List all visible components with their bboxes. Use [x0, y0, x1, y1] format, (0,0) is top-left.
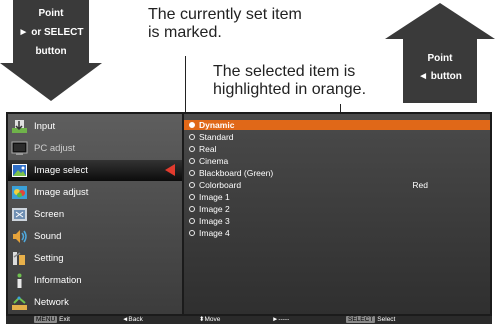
list-item-label: Image 3 — [199, 216, 230, 226]
callout-line: Point — [427, 53, 453, 64]
radio-marker-icon — [189, 122, 195, 128]
callout-line: ◄ button — [418, 71, 462, 82]
select-hint: SELECT Select — [346, 316, 395, 324]
select-label: Select — [377, 316, 396, 323]
menu-item-label: Sound — [34, 231, 62, 242]
radio-marker-icon — [189, 146, 195, 152]
list-item-real[interactable]: Real — [184, 144, 490, 154]
select-button-callout: Point ► or SELECT button — [0, 0, 102, 101]
sound-icon — [11, 228, 28, 245]
information-icon — [11, 272, 28, 289]
image-adjust-icon — [11, 184, 28, 201]
list-item-label: Cinema — [199, 156, 229, 166]
list-item-cinema[interactable]: Cinema — [184, 156, 490, 166]
menu-key-badge: MENU — [34, 316, 58, 323]
callout-line: ► or SELECT — [18, 27, 84, 38]
main-menu: Input PC adjust Image select Image adjus… — [8, 114, 182, 314]
osd-menu-panel: Input PC adjust Image select Image adjus… — [6, 112, 492, 316]
left-button-callout: Point ◄ button — [385, 3, 495, 103]
list-item-label: Blackboard (Green) — [199, 168, 274, 178]
list-item-image-3[interactable]: Image 3 — [184, 216, 490, 226]
list-item-image-1[interactable]: Image 1 — [184, 192, 490, 202]
annotation-line: is marked. — [148, 24, 222, 41]
network-icon — [11, 294, 28, 311]
annotation-line: highlighted in orange. — [213, 81, 367, 98]
setting-icon — [11, 250, 28, 267]
callout-arrow-head — [385, 3, 495, 39]
radio-marker-icon — [189, 230, 195, 236]
list-item-standard[interactable]: Standard — [184, 132, 490, 142]
menu-item-input[interactable]: Input — [8, 116, 182, 137]
list-item-image-2[interactable]: Image 2 — [184, 204, 490, 214]
callout-line: Point — [38, 8, 64, 19]
menu-item-label: Setting — [34, 253, 64, 264]
image-mode-list: Dynamic Standard Real Cinema Blackboard … — [184, 114, 490, 314]
list-item-blackboard[interactable]: Blackboard (Green) — [184, 168, 490, 178]
menu-pointer-icon — [165, 164, 175, 176]
colorboard-value: Red — [412, 180, 428, 190]
menu-item-label: PC adjust — [34, 143, 76, 154]
radio-marker-icon — [189, 194, 195, 200]
list-item-label: Image 2 — [199, 204, 230, 214]
list-item-label: Colorboard — [199, 180, 242, 190]
list-item-label: Image 4 — [199, 228, 230, 238]
list-item-label: Dynamic — [199, 120, 235, 130]
osd-status-bar: MENU Exit ◄Back ⬍Move ►----- SELECT Select — [6, 316, 492, 324]
list-item-image-4[interactable]: Image 4 — [184, 228, 490, 238]
radio-marker-icon — [189, 182, 195, 188]
select-key-badge: SELECT — [346, 316, 376, 323]
back-hint: ◄Back — [122, 316, 143, 323]
pc-adjust-icon — [11, 140, 28, 157]
menu-item-image-select[interactable]: Image select — [8, 160, 182, 181]
menu-item-information[interactable]: Information — [8, 270, 182, 291]
screen-icon — [11, 206, 28, 223]
list-item-label: Standard — [199, 132, 234, 142]
menu-item-label: Information — [34, 275, 82, 286]
list-item-dynamic[interactable]: Dynamic — [184, 120, 490, 130]
menu-item-sound[interactable]: Sound — [8, 226, 182, 247]
exit-label: Exit — [59, 316, 70, 323]
radio-marker-icon — [189, 134, 195, 140]
callout-arrow-head — [0, 63, 102, 101]
menu-item-network[interactable]: Network — [8, 292, 182, 313]
annotation-line: The currently set item — [148, 6, 302, 23]
annotation-selected-item: The selected item is highlighted in oran… — [213, 63, 366, 99]
radio-marker-icon — [189, 206, 195, 212]
radio-marker-icon — [189, 218, 195, 224]
menu-item-label: Input — [34, 121, 56, 132]
radio-marker-icon — [189, 158, 195, 164]
list-item-label: Real — [199, 144, 217, 154]
menu-item-label: Image select — [34, 165, 88, 176]
input-icon — [11, 118, 28, 135]
menu-item-image-adjust[interactable]: Image adjust — [8, 182, 182, 203]
annotation-current-item: The currently set item is marked. — [148, 6, 302, 42]
move-hint: ⬍Move — [199, 316, 221, 323]
list-item-colorboard[interactable]: Colorboard Red — [184, 180, 490, 190]
callout-line: button — [35, 46, 67, 57]
menu-item-setting[interactable]: Setting — [8, 248, 182, 269]
menu-item-label: Screen — [34, 209, 65, 220]
exit-hint: MENU Exit — [34, 316, 70, 324]
image-select-icon — [11, 162, 28, 179]
menu-item-label: Network — [34, 297, 69, 308]
list-item-label: Image 1 — [199, 192, 230, 202]
next-hint: ►----- — [272, 316, 290, 323]
menu-item-label: Image adjust — [34, 187, 89, 198]
annotation-line: The selected item is — [213, 63, 356, 80]
menu-item-pc-adjust[interactable]: PC adjust — [8, 138, 182, 159]
menu-item-screen[interactable]: Screen — [8, 204, 182, 225]
radio-marker-icon — [189, 170, 195, 176]
